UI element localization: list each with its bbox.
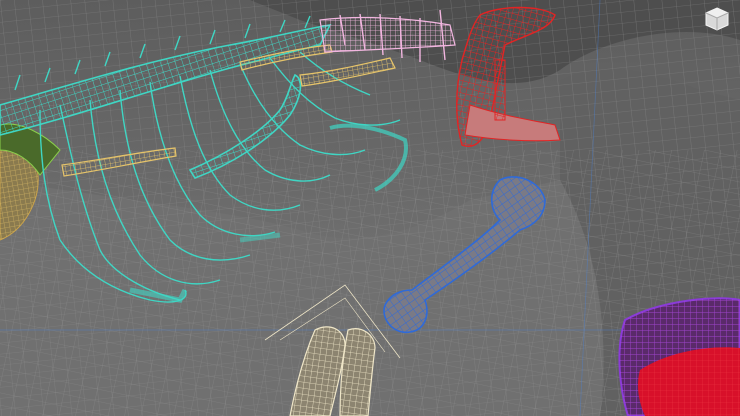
viewport-scene[interactable] [0,0,740,416]
viewcube-icon[interactable] [704,6,730,32]
3d-viewport[interactable] [0,0,740,416]
container-bowl[interactable] [618,297,740,416]
